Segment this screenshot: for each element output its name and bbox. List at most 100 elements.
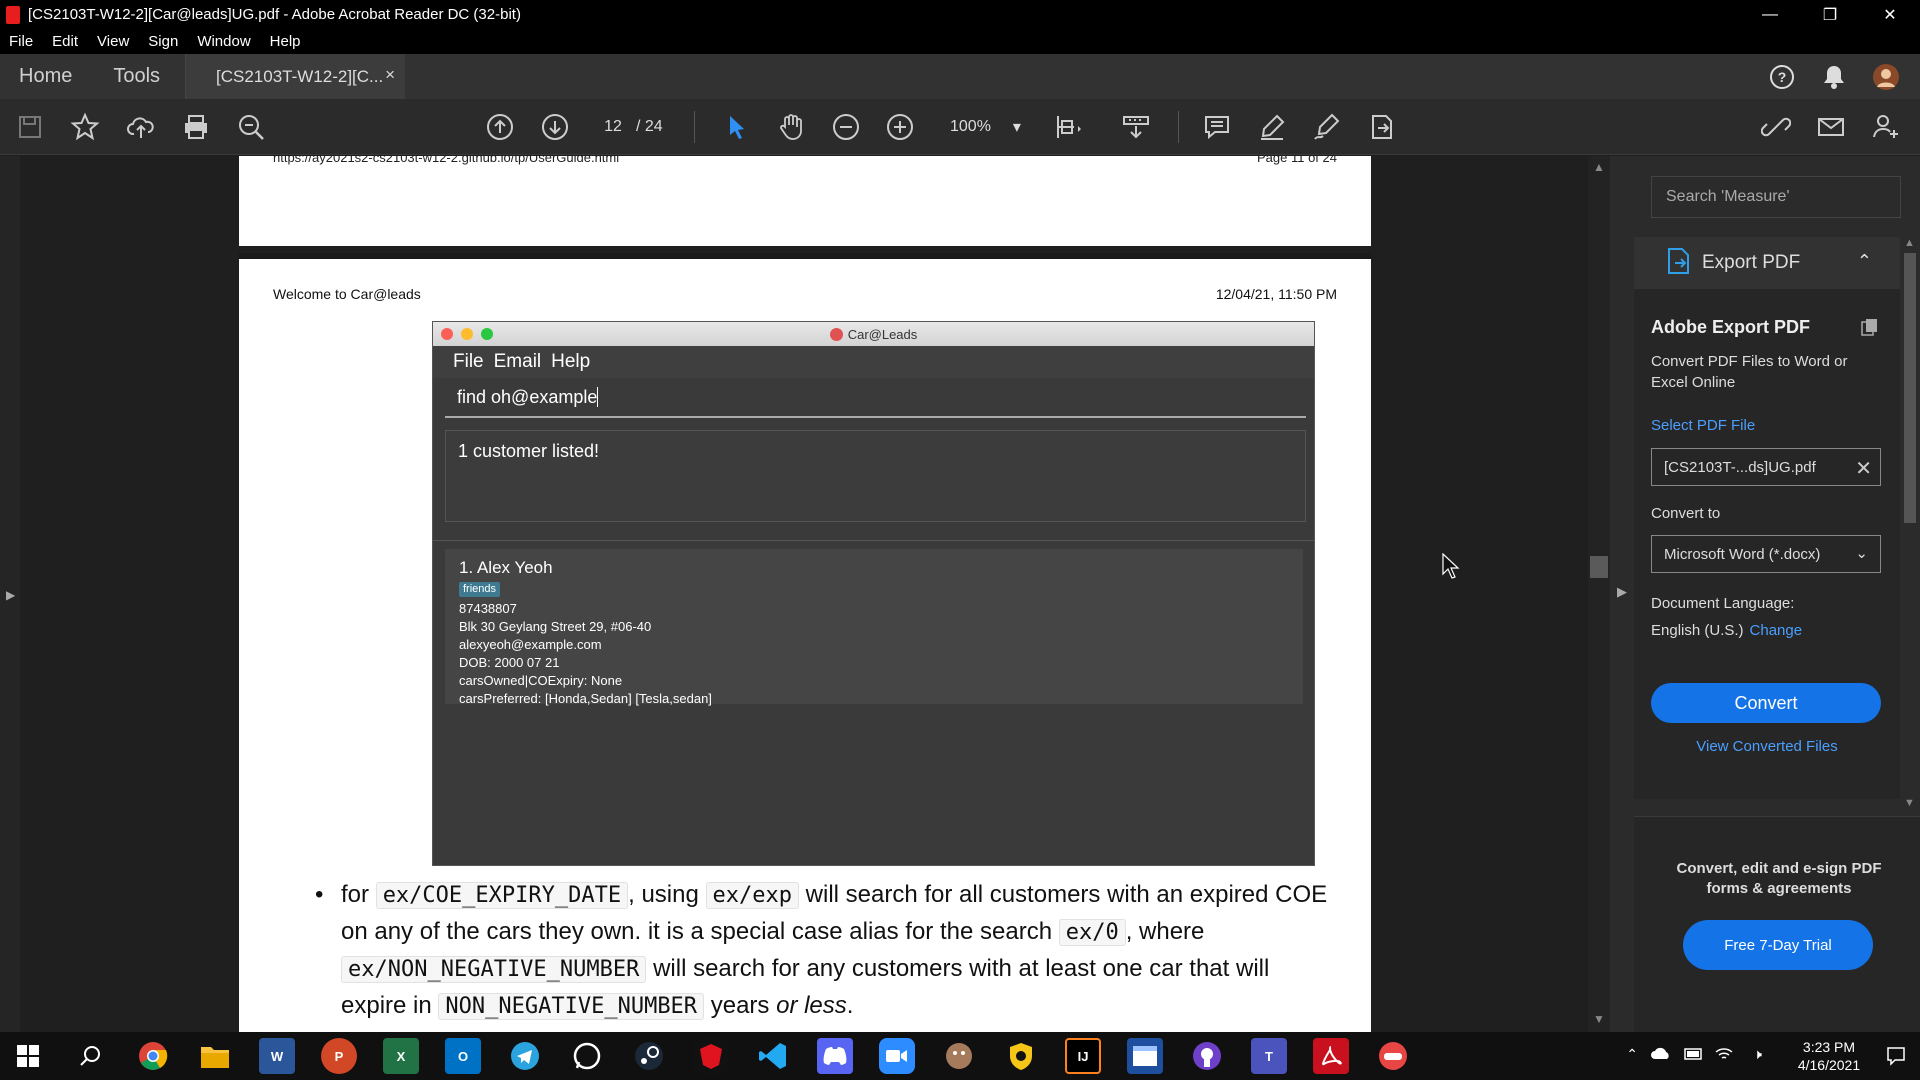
steam-icon[interactable] bbox=[631, 1038, 667, 1074]
export-pdf-icon bbox=[1666, 247, 1692, 280]
vscode-icon[interactable] bbox=[755, 1038, 791, 1074]
help-icon[interactable]: ? bbox=[1766, 61, 1798, 93]
left-panel-toggle[interactable]: ▶ bbox=[0, 156, 20, 1032]
scroll-down-icon[interactable]: ▼ bbox=[1904, 797, 1915, 809]
avatar[interactable] bbox=[1870, 61, 1902, 93]
discord-icon[interactable] bbox=[817, 1038, 853, 1074]
upload-cloud-icon[interactable] bbox=[125, 111, 157, 143]
right-panel-toggle[interactable]: ▶ bbox=[1610, 156, 1634, 1032]
convert-button[interactable]: Convert bbox=[1651, 683, 1881, 723]
minimize-button[interactable]: — bbox=[1740, 0, 1800, 29]
zoom-in-icon[interactable] bbox=[884, 111, 916, 143]
next-page-icon[interactable] bbox=[539, 111, 571, 143]
page-number-input[interactable]: 12 bbox=[592, 113, 634, 141]
convert-format-select[interactable]: Microsoft Word (*.docx) ⌄ bbox=[1651, 535, 1881, 573]
taskbar-clock[interactable]: 3:23 PM 4/16/2021 bbox=[1794, 1038, 1864, 1074]
tools-scroll-thumb[interactable] bbox=[1904, 253, 1916, 523]
menu-help[interactable]: Help bbox=[261, 33, 311, 50]
inline-code: NON_NEGATIVE_NUMBER bbox=[438, 993, 705, 1020]
wifi-icon[interactable] bbox=[1714, 1046, 1734, 1065]
scroll-down-icon[interactable]: ▼ bbox=[1593, 1012, 1605, 1026]
telegram-icon[interactable] bbox=[507, 1038, 543, 1074]
game-icon[interactable] bbox=[941, 1038, 977, 1074]
change-language-link[interactable]: Change bbox=[1750, 622, 1803, 639]
link-sign-icon[interactable] bbox=[1760, 111, 1792, 143]
chevron-up-icon[interactable]: ⌃ bbox=[1857, 251, 1872, 272]
onedrive-icon[interactable] bbox=[1650, 1046, 1672, 1063]
close-window-button[interactable]: ✕ bbox=[1860, 0, 1920, 29]
file-explorer-icon[interactable] bbox=[197, 1038, 233, 1074]
text-cursor bbox=[597, 387, 599, 407]
select-cursor-icon[interactable] bbox=[720, 111, 752, 143]
search-icon[interactable] bbox=[72, 1038, 108, 1074]
duplicate-icon[interactable] bbox=[1860, 317, 1880, 342]
windows-start-icon[interactable] bbox=[10, 1038, 46, 1074]
document-scrollbar[interactable]: ▲ ▼ bbox=[1588, 156, 1610, 1032]
export-pdf-header[interactable]: Export PDF ⌃ bbox=[1634, 237, 1900, 289]
tab-document[interactable]: [CS2103T-W12-2][C... × bbox=[185, 54, 405, 99]
print-icon[interactable] bbox=[180, 111, 212, 143]
previous-page-icon[interactable] bbox=[484, 111, 516, 143]
zoom-icon[interactable] bbox=[879, 1038, 915, 1074]
menu-view[interactable]: View bbox=[88, 33, 139, 50]
menu-window[interactable]: Window bbox=[188, 33, 260, 50]
select-pdf-link[interactable]: Select PDF File bbox=[1651, 417, 1755, 434]
scrollbar-thumb[interactable] bbox=[1590, 556, 1608, 578]
search-icon[interactable] bbox=[235, 111, 267, 143]
outlook-icon[interactable]: O bbox=[445, 1038, 481, 1074]
menu-sign[interactable]: Sign bbox=[139, 33, 188, 50]
zoom-out-icon[interactable] bbox=[830, 111, 862, 143]
scroll-up-icon[interactable]: ▲ bbox=[1904, 237, 1915, 249]
menu-edit[interactable]: Edit bbox=[43, 33, 88, 50]
comment-icon[interactable] bbox=[1201, 111, 1233, 143]
email-icon[interactable] bbox=[1815, 111, 1847, 143]
view-converted-link[interactable]: View Converted Files bbox=[1634, 738, 1900, 755]
hand-tool-icon[interactable] bbox=[775, 111, 807, 143]
teams-icon[interactable]: T bbox=[1251, 1038, 1287, 1074]
tools-pane-scrollbar[interactable]: ▲ ▼ bbox=[1900, 237, 1920, 817]
fit-page-icon[interactable] bbox=[1052, 111, 1084, 143]
close-tab-icon[interactable]: × bbox=[385, 65, 395, 85]
document-viewer[interactable]: https://ay2021s2-cs2103t-w12-2.github.io… bbox=[0, 156, 1634, 1032]
selected-file-field[interactable]: [CS2103T-...ds]UG.pdf ✕ bbox=[1651, 448, 1881, 486]
chevron-down-icon: ▾ bbox=[1012, 119, 1021, 136]
clear-file-icon[interactable]: ✕ bbox=[1855, 456, 1872, 481]
bell-icon[interactable] bbox=[1818, 61, 1850, 93]
powerpoint-icon[interactable]: P bbox=[321, 1038, 357, 1074]
tab-home[interactable]: Home bbox=[0, 65, 94, 88]
menu-file[interactable]: File bbox=[0, 33, 43, 50]
tools-pane: Search 'Measure' Export PDF ⌃ Adobe Expo… bbox=[1634, 156, 1920, 1032]
battery-icon[interactable] bbox=[1684, 1048, 1704, 1063]
highlight-pen-icon[interactable] bbox=[1256, 111, 1288, 143]
page-header-title: Welcome to Car@leads bbox=[273, 286, 421, 302]
tools-search-input[interactable]: Search 'Measure' bbox=[1651, 176, 1901, 218]
export-pdf-body: Adobe Export PDF Convert PDF Files to Wo… bbox=[1634, 289, 1900, 799]
notification-icon[interactable] bbox=[1886, 1046, 1906, 1069]
word-icon[interactable]: W bbox=[259, 1038, 295, 1074]
save-icon[interactable] bbox=[14, 111, 46, 143]
chrome-icon[interactable] bbox=[135, 1038, 171, 1074]
excel-icon[interactable]: X bbox=[383, 1038, 419, 1074]
chevron-up-icon[interactable]: ⌃ bbox=[1626, 1046, 1638, 1063]
carleads-app-icon[interactable] bbox=[1375, 1038, 1411, 1074]
scroll-mode-icon[interactable] bbox=[1120, 111, 1152, 143]
expand-right-icon: ▶ bbox=[6, 588, 16, 602]
tab-tools[interactable]: Tools bbox=[94, 65, 182, 88]
acrobat-taskbar-icon[interactable] bbox=[1313, 1038, 1349, 1074]
add-user-icon[interactable] bbox=[1870, 111, 1902, 143]
restore-button[interactable]: ❐ bbox=[1800, 0, 1860, 29]
share-edit-icon[interactable] bbox=[1366, 111, 1398, 143]
app-window-icon[interactable] bbox=[1127, 1038, 1163, 1074]
scroll-up-icon[interactable]: ▲ bbox=[1593, 160, 1605, 174]
free-trial-button[interactable]: Free 7-Day Trial bbox=[1683, 920, 1873, 970]
github-icon[interactable] bbox=[1189, 1038, 1225, 1074]
customer-card: 1. Alex Yeoh friends 87438807 Blk 30 Gey… bbox=[445, 549, 1303, 706]
sign-icon[interactable] bbox=[1311, 111, 1343, 143]
zoom-dropdown[interactable]: 100% ▾ bbox=[940, 113, 1021, 141]
shield-app-icon[interactable] bbox=[1003, 1038, 1039, 1074]
whatsapp-icon[interactable] bbox=[569, 1038, 605, 1074]
star-icon[interactable] bbox=[69, 111, 101, 143]
garena-icon[interactable] bbox=[693, 1038, 729, 1074]
volume-icon[interactable]: 🕨 bbox=[1753, 1046, 1762, 1063]
intellij-icon[interactable]: IJ bbox=[1065, 1038, 1101, 1074]
